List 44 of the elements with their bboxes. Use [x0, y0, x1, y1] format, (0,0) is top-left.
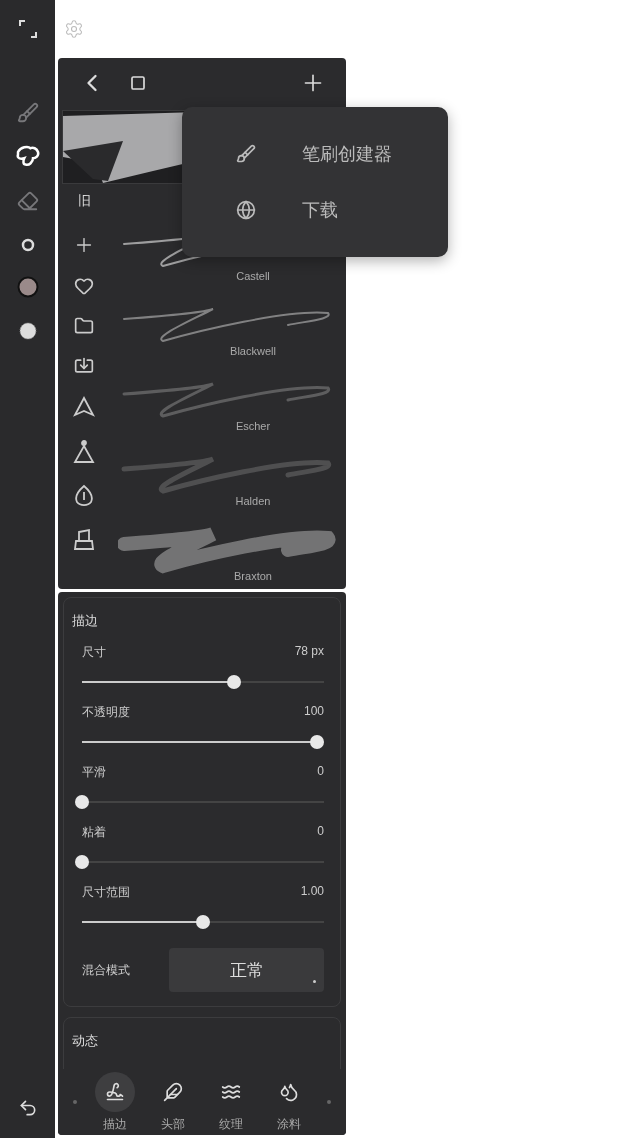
section-label: 旧 [77, 192, 91, 210]
menu-item[interactable]: 下载 [182, 190, 448, 230]
brush-size-icon[interactable] [20, 238, 35, 252]
slider-label: 粘着 [82, 824, 106, 841]
slider-label: 尺寸 [82, 644, 106, 661]
slider-value: 0 [317, 764, 324, 780]
slider-label: 不透明度 [82, 704, 130, 721]
heart-icon[interactable] [74, 276, 94, 296]
brush-name[interactable]: Halden [235, 495, 271, 507]
slider-label: 平滑 [82, 764, 106, 781]
feather-icon [163, 1081, 183, 1102]
card-title: 动态 [72, 1032, 99, 1050]
brush-name[interactable]: Blackwell [230, 345, 276, 357]
blend-mode-label: 混合模式 [82, 961, 130, 979]
slider-thumb[interactable] [227, 675, 242, 689]
card-title: 描边 [72, 612, 99, 630]
import-icon[interactable] [74, 356, 94, 376]
slider-value: 78 px [294, 644, 324, 660]
folder-icon[interactable] [74, 316, 94, 336]
fullscreen-icon[interactable] [18, 20, 37, 38]
tab[interactable]: 涂料 [269, 1071, 309, 1133]
slider-label: 尺寸范围 [82, 884, 130, 901]
slider-value: 1.00 [300, 884, 324, 900]
color-swatch[interactable] [16, 276, 39, 298]
signature-icon [105, 1081, 125, 1102]
blend-mode-button[interactable]: 正常 [169, 948, 324, 992]
menu-item[interactable]: 笔刷创建器 [182, 134, 448, 174]
slider-thumb[interactable] [309, 735, 324, 749]
brush-name[interactable]: Castell [236, 270, 270, 282]
tab[interactable]: 纹理 [211, 1071, 251, 1133]
square-icon[interactable] [130, 75, 146, 91]
brush-name[interactable]: Escher [235, 420, 271, 432]
undo-icon[interactable] [17, 1098, 38, 1118]
slider-thumb[interactable] [75, 855, 89, 869]
slider-thumb[interactable] [75, 795, 89, 809]
slider-value: 100 [303, 704, 324, 720]
globe-icon [236, 200, 256, 220]
droplets-icon [279, 1081, 299, 1102]
opacity-icon[interactable] [18, 322, 37, 340]
tab[interactable]: 头部 [153, 1071, 193, 1133]
brush-name[interactable]: Braxton [234, 570, 272, 582]
slider-value: 0 [317, 824, 324, 840]
slider-thumb[interactable] [196, 915, 210, 929]
triangle-icon[interactable] [73, 440, 95, 464]
